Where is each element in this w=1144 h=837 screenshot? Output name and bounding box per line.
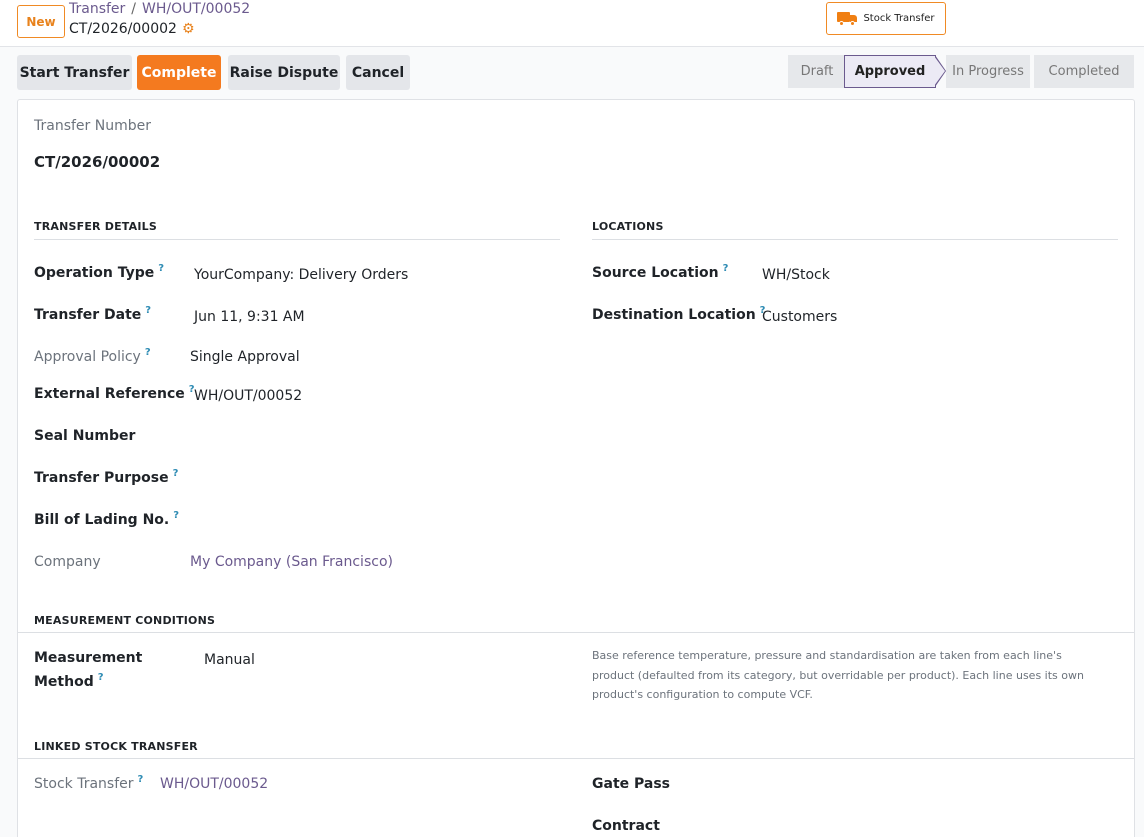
control-panel: New Transfer / WH/OUT/00052 CT/2026/00002 … — [0, 0, 1144, 47]
stock-transfer-smart-button[interactable]: Stock Transfer — [826, 2, 946, 35]
help-icon[interactable]: ? — [723, 263, 729, 274]
status-chevron-fill — [934, 55, 945, 87]
help-icon[interactable]: ? — [138, 774, 144, 785]
truck-icon — [837, 12, 858, 26]
measurement-method-label-line2: Method? — [34, 672, 104, 690]
transfer-purpose-label: Transfer Purpose? — [34, 468, 179, 486]
contract-label: Contract — [592, 818, 660, 834]
stock-transfer-label: Stock Transfer? — [34, 774, 144, 792]
measurement-method-label-line1: Measurement — [34, 650, 143, 666]
breadcrumb-separator: / — [131, 1, 137, 17]
breadcrumb-item-transfer[interactable]: Transfer — [69, 1, 125, 17]
help-icon[interactable]: ? — [173, 510, 179, 521]
section-divider — [34, 239, 560, 240]
gear-icon[interactable]: ⚙ — [182, 21, 195, 37]
status-completed[interactable]: Completed — [1034, 55, 1134, 88]
bill-of-lading-label: Bill of Lading No.? — [34, 510, 180, 528]
seal-number-label: Seal Number — [34, 428, 136, 444]
start-transfer-button[interactable]: Start Transfer — [17, 55, 132, 90]
help-icon[interactable]: ? — [173, 468, 179, 479]
approval-policy-label: Approval Policy? — [34, 347, 151, 365]
breadcrumb: Transfer / WH/OUT/00052 — [69, 1, 250, 17]
external-reference-label: External Reference? — [34, 384, 195, 402]
transfer-number-field[interactable]: CT/2026/00002 — [34, 153, 160, 171]
new-button[interactable]: New — [17, 5, 65, 38]
transfer-date-label: Transfer Date? — [34, 305, 152, 323]
destination-location-field[interactable]: Customers — [762, 309, 837, 325]
help-icon[interactable]: ? — [145, 305, 151, 316]
stock-transfer-link[interactable]: WH/OUT/00052 — [160, 776, 268, 792]
form-sheet: Transfer Number CT/2026/00002 TRANSFER D… — [17, 99, 1135, 837]
breadcrumb-item-reference[interactable]: WH/OUT/00052 — [142, 1, 250, 17]
status-in-progress[interactable]: In Progress — [946, 55, 1030, 88]
section-divider — [18, 632, 1134, 633]
help-icon[interactable]: ? — [158, 263, 164, 274]
company-link[interactable]: My Company (San Francisco) — [190, 554, 393, 570]
record-title: CT/2026/00002 ⚙ — [69, 21, 195, 37]
measurement-note: Base reference temperature, pressure and… — [592, 649, 1084, 701]
source-location-field[interactable]: WH/Stock — [762, 267, 830, 283]
section-title-transfer-details: TRANSFER DETAILS — [34, 220, 157, 233]
gate-pass-label: Gate Pass — [592, 776, 670, 792]
transfer-date-field[interactable]: Jun 11, 9:31 AM — [194, 309, 305, 325]
source-location-label: Source Location? — [592, 263, 729, 281]
section-title-linked-stock-transfer: LINKED STOCK TRANSFER — [34, 740, 198, 753]
external-reference-field[interactable]: WH/OUT/00052 — [194, 388, 302, 404]
complete-button[interactable]: Complete — [137, 55, 221, 90]
section-divider — [592, 239, 1118, 240]
measurement-method-field[interactable]: Manual — [204, 652, 255, 668]
section-divider — [18, 758, 1134, 759]
help-icon[interactable]: ? — [98, 672, 104, 683]
raise-dispute-button[interactable]: Raise Dispute — [228, 55, 340, 90]
company-label: Company — [34, 554, 101, 570]
operation-type-label: Operation Type? — [34, 263, 165, 281]
section-title-measurement: MEASUREMENT CONDITIONS — [34, 614, 216, 627]
approval-policy-field: Single Approval — [190, 349, 300, 365]
status-draft[interactable]: Draft — [788, 55, 846, 88]
status-approved[interactable]: Approved — [844, 55, 936, 88]
operation-type-field[interactable]: YourCompany: Delivery Orders — [194, 267, 408, 283]
cancel-button[interactable]: Cancel — [346, 55, 410, 90]
help-icon[interactable]: ? — [145, 347, 151, 358]
destination-location-label: Destination Location? — [592, 305, 766, 323]
record-name: CT/2026/00002 — [69, 21, 177, 37]
section-title-locations: LOCATIONS — [592, 220, 664, 233]
transfer-number-label: Transfer Number — [34, 118, 151, 134]
stock-transfer-label: Stock Transfer — [863, 13, 935, 24]
